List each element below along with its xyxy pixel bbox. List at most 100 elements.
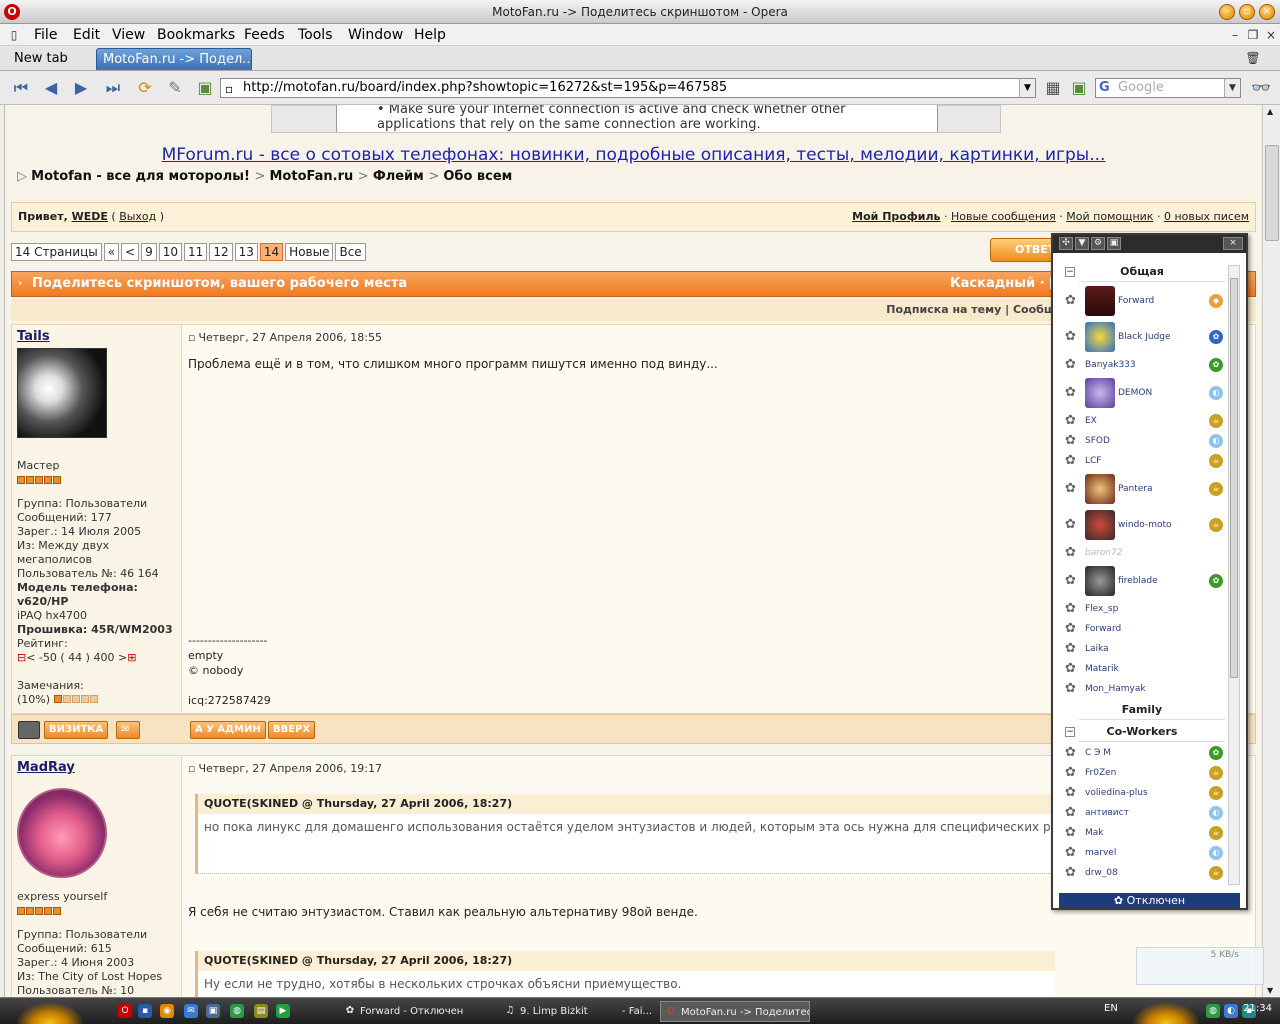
mail-quick-icon[interactable]: ✉ [184, 1004, 198, 1018]
page-12[interactable]: 12 [209, 243, 233, 261]
zoom-glasses-icon[interactable]: 👓 [1250, 78, 1272, 98]
minimize-icon[interactable]: – [1219, 4, 1235, 20]
menu-bookmarks[interactable]: Bookmarks [157, 26, 235, 44]
post-author-name[interactable]: MadRay [17, 760, 75, 775]
icq-contact[interactable]: ✿ С Э М ✿ [1059, 743, 1225, 763]
icq-contact[interactable]: ✿ антивист ◐ [1059, 803, 1225, 823]
rewind-icon[interactable]: ⏮ [10, 78, 32, 98]
rating-minus-icon[interactable]: ⊟ [17, 651, 26, 664]
icq-contact[interactable]: ✿ DEMON ◐ [1059, 375, 1225, 411]
icq-menu-icon[interactable]: ✣ [1059, 237, 1073, 250]
icq-contact-offline[interactable]: ✿ baron72 [1059, 543, 1225, 563]
icq-contact[interactable]: ✿ Banyak333 ✿ [1059, 355, 1225, 375]
address-field[interactable]: ▫ http://motofan.ru/board/index.php?show… [220, 78, 1036, 98]
mforum-banner-link[interactable]: MForum.ru - все о сотовых телефонах: нов… [5, 145, 1261, 165]
page-all[interactable]: Все [335, 243, 366, 261]
icq-contact[interactable]: ✿ Forward ◆ [1059, 283, 1225, 319]
business-card-button[interactable]: ВИЗИТКА [44, 721, 109, 739]
menu-feeds[interactable]: Feeds [244, 26, 285, 44]
post-author-name[interactable]: Tails [17, 329, 50, 344]
opera-icon[interactable]: O [4, 4, 20, 20]
forward-icon[interactable]: ▶ [70, 78, 92, 98]
icq-contact[interactable]: ✿ fireblade ✿ [1059, 563, 1225, 599]
menu-help[interactable]: Help [414, 26, 446, 44]
save-quick-icon[interactable]: ▪ [138, 1004, 152, 1018]
menu-file[interactable]: File [34, 26, 57, 44]
close-icon[interactable]: × [1259, 4, 1275, 20]
menu-tools[interactable]: Tools [298, 26, 333, 44]
icq-contact[interactable]: ✿ marvel ◐ [1059, 843, 1225, 863]
pm-icon[interactable]: ✉ [116, 721, 140, 739]
app-quick-icon[interactable]: ◉ [160, 1004, 174, 1018]
tab-motofan[interactable]: MotoFan.ru -> Подел... [96, 48, 252, 70]
user-link[interactable]: WEDE [72, 210, 108, 223]
crumb-about-all[interactable]: Обо всем [443, 169, 512, 184]
crumb-motofan-home[interactable]: Motofan - все для моторолы! [31, 169, 250, 184]
icq-contact[interactable]: ✿ Fr0Zen ☕ [1059, 763, 1225, 783]
tab-new[interactable]: New tab [8, 48, 90, 70]
add-bookmark-icon[interactable]: ▣ [1068, 78, 1090, 98]
desktop-quick-icon[interactable]: ▣ [206, 1004, 220, 1018]
icq-contact[interactable]: ✿ drw_08 ☕ [1059, 863, 1225, 883]
task-opera[interactable]: O MotoFan.ru -> Поделитес... [660, 1001, 810, 1022]
page-9[interactable]: 9 [141, 243, 157, 261]
top-button[interactable]: ВВЕРХ [268, 721, 316, 739]
icq-contact[interactable]: ✿ Flex_sp [1059, 599, 1225, 619]
icq-contact[interactable]: ✿ LCF ☕ [1059, 451, 1225, 471]
doc-restore-icon[interactable]: ❐ [1245, 27, 1261, 43]
trash-icon[interactable]: 🗑 [1245, 50, 1261, 66]
icq-dropdown-icon[interactable]: ▼ [1075, 237, 1089, 250]
menu-view[interactable]: View [112, 26, 145, 44]
icq-group-general[interactable]: − Общая [1059, 261, 1225, 283]
scroll-thumb[interactable] [1265, 145, 1279, 241]
page-13[interactable]: 13 [234, 243, 258, 261]
icq-contact[interactable]: ✿ Matarik [1059, 659, 1225, 679]
task-fai[interactable]: - Fai... [602, 1001, 654, 1022]
icq-contact[interactable]: ✿ Laika [1059, 639, 1225, 659]
view-mode[interactable]: Каскадный · [ [950, 272, 1055, 296]
icq-contact[interactable]: ✿ Black Judge ✿ [1059, 319, 1225, 355]
new-mail-link[interactable]: 0 новых писем [1164, 210, 1249, 223]
icq-contact[interactable]: ✿ Pantera ☕ [1059, 471, 1225, 507]
my-profile-link[interactable]: Мой Профиль [852, 210, 940, 223]
folder-quick-icon[interactable]: ▤ [254, 1004, 268, 1018]
icq-status-bar[interactable]: ✿ Отключен [1059, 893, 1240, 908]
search-field[interactable]: G Google ▼ [1095, 78, 1241, 98]
page-first[interactable]: « [103, 243, 120, 261]
search-dropdown-icon[interactable]: ▼ [1224, 79, 1240, 97]
page-10[interactable]: 10 [158, 243, 183, 261]
report-admin-button[interactable]: А У АДМИН [190, 721, 266, 739]
language-indicator[interactable]: EN [1104, 1003, 1118, 1014]
new-messages-link[interactable]: Новые сообщения [951, 210, 1056, 223]
icq-contact[interactable]: ✿ voliedina-plus ☕ [1059, 783, 1225, 803]
bookmark-page-icon[interactable]: ▣ [194, 78, 216, 98]
icq-contact[interactable]: ✿ Forward [1059, 619, 1225, 639]
url-dropdown-icon[interactable]: ▼ [1019, 79, 1035, 97]
edit-icon[interactable]: ✎ [164, 78, 186, 98]
back-icon[interactable]: ◀ [40, 78, 62, 98]
scroll-down-icon[interactable]: ▼ [1267, 986, 1273, 995]
icq-scrollbar[interactable] [1228, 265, 1240, 885]
logout-link[interactable]: Выход [119, 210, 156, 223]
icq-scroll-thumb[interactable] [1230, 278, 1238, 678]
icq-contact[interactable]: ✿ Mon_Hamyak [1059, 679, 1225, 699]
icq-contact[interactable]: ✿ Mak ☕ [1059, 823, 1225, 843]
tray-volume-icon[interactable]: ◐ [1224, 1004, 1238, 1018]
my-assistant-link[interactable]: Мой помощник [1066, 210, 1153, 223]
start-sun-icon[interactable] [10, 998, 90, 1024]
crumb-motofan[interactable]: MotoFan.ru [269, 169, 353, 184]
play-quick-icon[interactable]: ▶ [276, 1004, 290, 1018]
task-icq[interactable]: ✿ Forward - Отключен [340, 1001, 490, 1022]
page-prev[interactable]: < [121, 243, 140, 261]
fast-forward-icon[interactable]: ⏭ [102, 78, 124, 98]
menu-window[interactable]: Window [348, 26, 403, 44]
page-scrollbar[interactable]: ▲ ▼ [1262, 105, 1280, 997]
globe-quick-icon[interactable]: ◍ [230, 1004, 244, 1018]
icq-contact[interactable]: ✿ SFOD ◐ [1059, 431, 1225, 451]
rating-plus-icon[interactable]: ⊞ [127, 651, 136, 664]
page-count[interactable]: 14 Страницы [11, 243, 102, 261]
doc-close-icon[interactable]: × [1263, 27, 1279, 43]
page-new[interactable]: Новые [285, 243, 334, 261]
icq-find-icon[interactable]: ▣ [1107, 237, 1121, 250]
icq-group-coworkers[interactable]: − Co-Workers [1059, 721, 1225, 743]
